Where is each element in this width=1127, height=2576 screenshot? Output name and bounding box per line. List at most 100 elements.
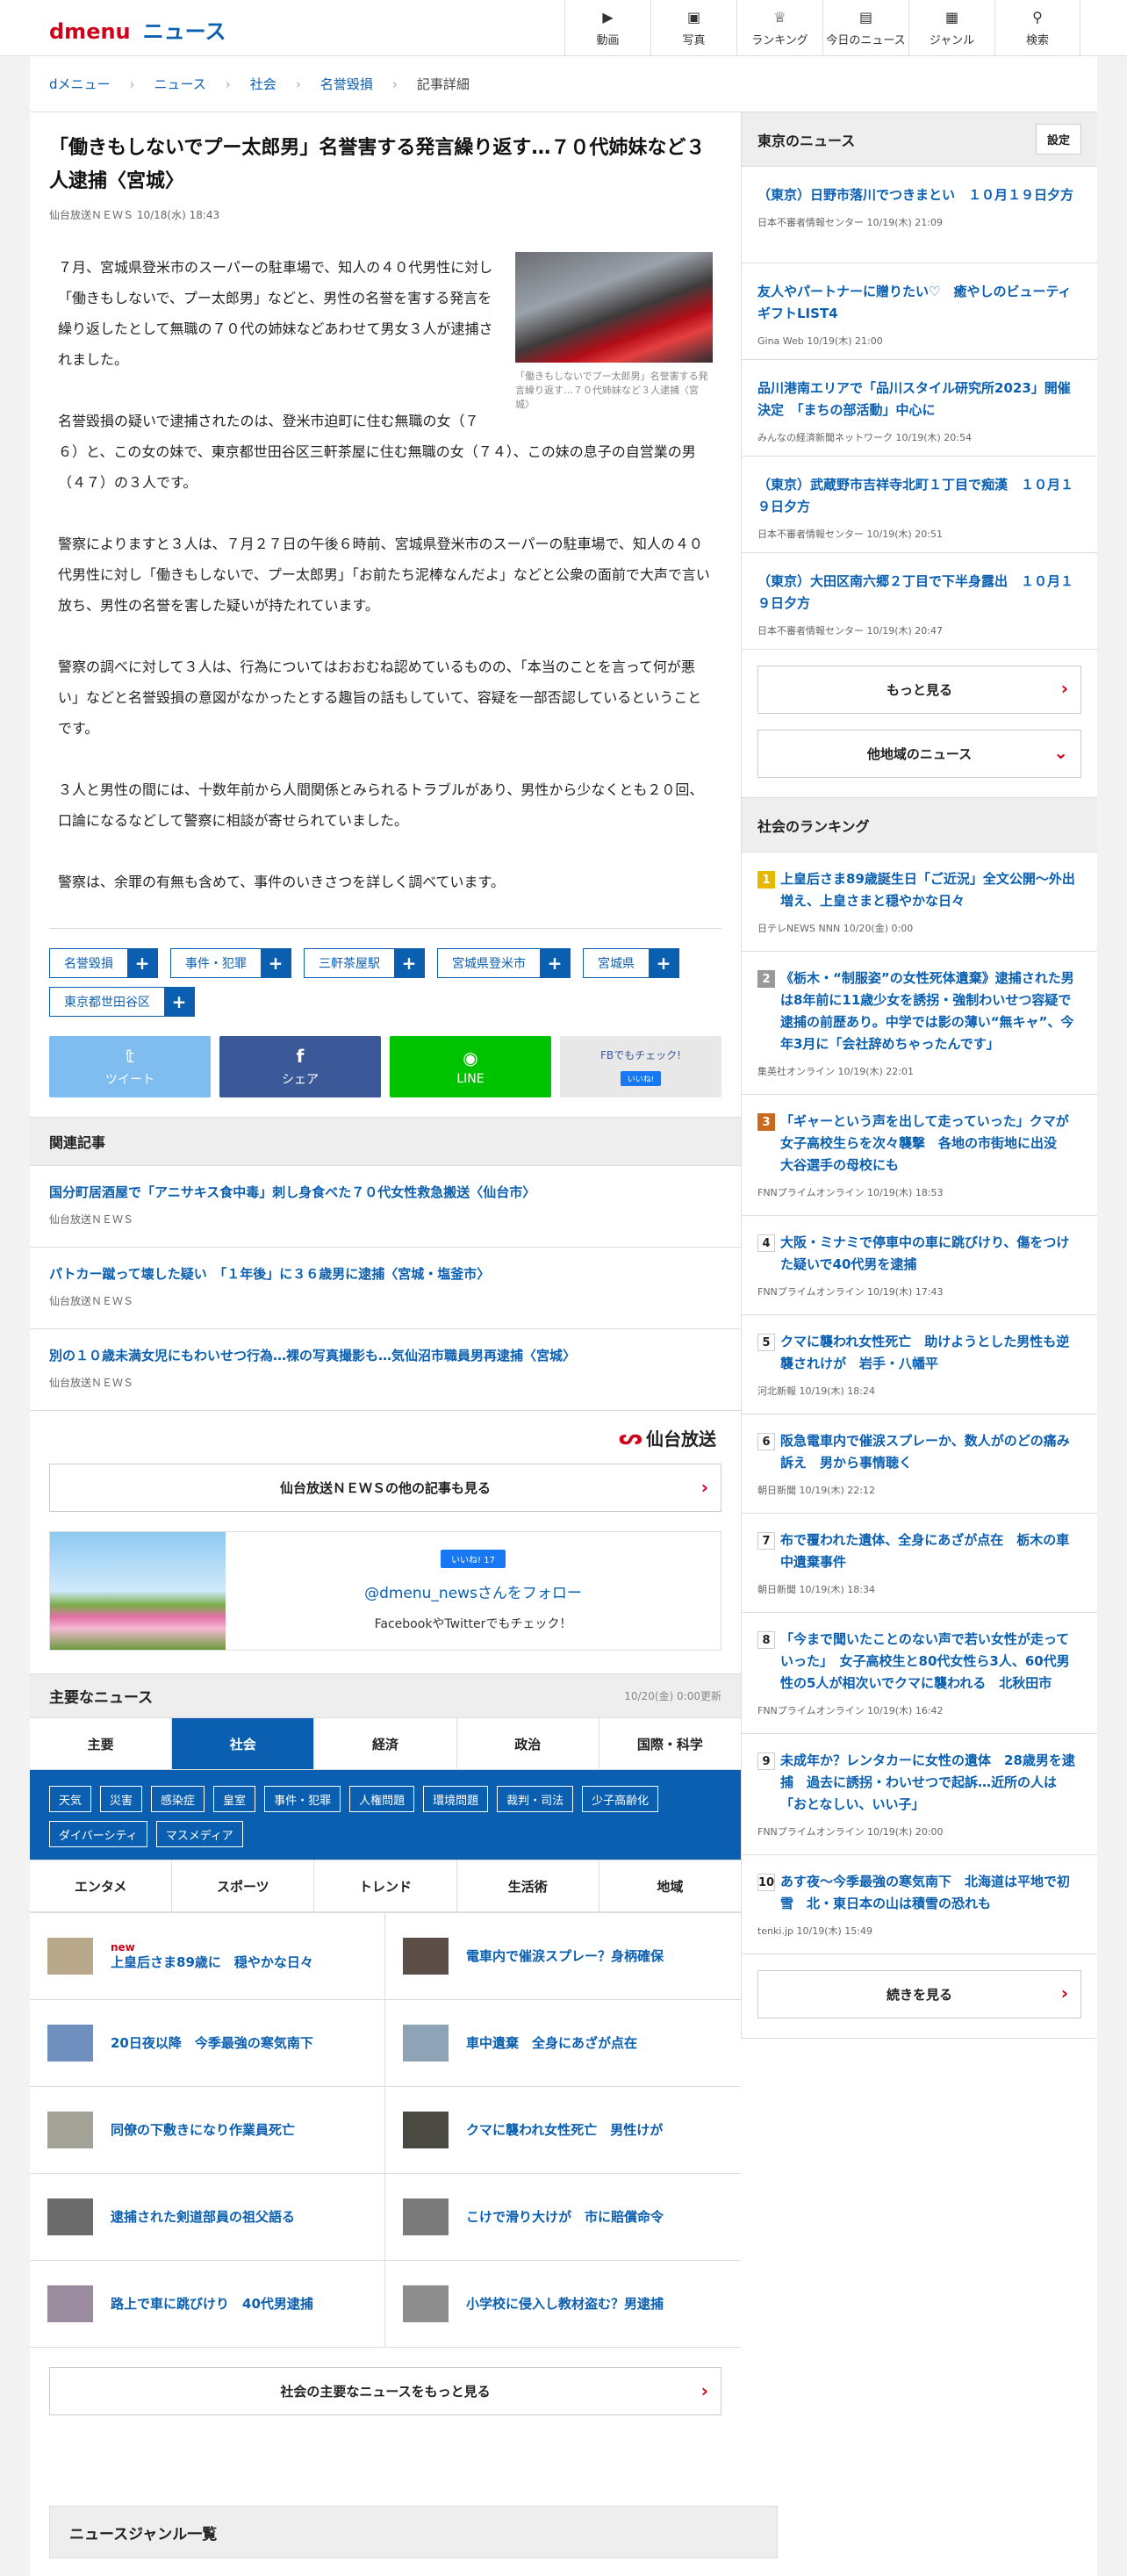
plus-icon[interactable]: +	[394, 948, 424, 978]
rank-number: 5	[757, 1334, 775, 1351]
ranking-item[interactable]: 6 阪急電車内で催涙スプレーか、数人がのどの痛み訴え 男から事情聴く 朝日新聞 10…	[742, 1414, 1097, 1514]
chip[interactable]: 皇室	[213, 1786, 256, 1812]
chip[interactable]: 天気	[49, 1786, 92, 1812]
plus-icon[interactable]: +	[127, 948, 157, 978]
tag-item[interactable]: 事件・犯罪 +	[170, 948, 291, 978]
ranking-item[interactable]: 10 あす夜〜今季最強の寒気南下 北海道は平地で初雪 北・東日本の山は積雪の恐れも…	[742, 1855, 1097, 1954]
tab-sports[interactable]: スポーツ	[171, 1860, 314, 1911]
tweet-button[interactable]: 𝕥 ツイート	[49, 1036, 211, 1097]
video-icon: ▶	[602, 9, 614, 25]
topic-item[interactable]: 車中遺棄 全身にあざが点在	[385, 2000, 741, 2087]
topic-item[interactable]: 同僚の下敷きになり作業員死亡	[30, 2087, 385, 2174]
follow-link[interactable]: @dmenu_newsさんをフォロー	[364, 1580, 582, 1602]
article-photo-image[interactable]	[515, 252, 713, 363]
local-news-item[interactable]: （東京）大田区南六郷２丁目で下半身露出 １０月１９日夕方 日本不審者情報センター …	[742, 553, 1097, 650]
settings-button[interactable]: 設定	[1035, 124, 1081, 155]
topic-item[interactable]: 20日夜以降 今季最強の寒気南下	[30, 2000, 385, 2087]
related-item[interactable]: パトカー蹴って壊した疑い 「１年後」に３６歳男に逮捕〈宮城・塩釜市〉 仙台放送ＮＥ…	[30, 1248, 741, 1329]
breadcrumb-dmenu[interactable]: dメニュー	[49, 75, 111, 93]
topic-thumbnail[interactable]	[403, 2025, 449, 2062]
other-region-button[interactable]: 他地域のニュース ⌄	[757, 730, 1081, 778]
related-item[interactable]: 別の１０歳未満女児にもわいせつ行為…裸の写真撮影も…気仙沼市職員男再逮捕〈宮城〉…	[30, 1329, 741, 1411]
tab-politics[interactable]: 政治	[456, 1718, 599, 1769]
article-photo[interactable]: 「働きもしないでプー太郎男」名誉害する発言繰り返す…７０代姉妹など３人逮捕〈宮城…	[515, 252, 713, 412]
topic-item[interactable]: こけで滑り大けが 市に賠償命令	[385, 2174, 741, 2261]
tab-entertainment[interactable]: エンタメ	[30, 1860, 172, 1911]
tag-item[interactable]: 東京都世田谷区 +	[49, 987, 195, 1017]
topic-item[interactable]: 電車内で催涙スプレー？身柄確保	[385, 1913, 741, 2000]
tag-item[interactable]: 宮城県 +	[583, 948, 679, 978]
tab-society[interactable]: 社会	[171, 1718, 314, 1769]
topic-thumbnail[interactable]	[47, 2112, 93, 2148]
ranking-item[interactable]: 7 布で覆われた遺体、全身にあざが点在 栃木の車中遺棄事件 朝日新聞 10/19(木…	[742, 1514, 1097, 1613]
topic-thumbnail[interactable]	[403, 2285, 449, 2322]
tag-item[interactable]: 名誉毀損 +	[49, 948, 158, 978]
more-source-articles-button[interactable]: 仙台放送ＮＥＷＳの他の記事も見る ›	[49, 1464, 721, 1512]
nav-video[interactable]: ▶ 動画	[564, 0, 650, 56]
topic-item[interactable]: 小学校に侵入し教材盗む？男逮捕	[385, 2261, 741, 2348]
tag-item[interactable]: 宮城県登米市 +	[437, 948, 571, 978]
chip[interactable]: 環境問題	[423, 1786, 489, 1812]
chip[interactable]: 感染症	[151, 1786, 205, 1812]
site-logo[interactable]: dmenu ニュース	[49, 14, 226, 45]
ranking-more-button[interactable]: 続きを見る ›	[757, 1970, 1081, 2018]
chip[interactable]: マスメディア	[155, 1821, 243, 1847]
line-share-button[interactable]: ◉ LINE	[390, 1036, 551, 1097]
nav-ranking[interactable]: ♕ ランキング	[736, 0, 822, 56]
nav-photo[interactable]: ▣ 写真	[650, 0, 736, 56]
topic-item[interactable]: 路上で車に跳びけり 40代男逮捕	[30, 2261, 385, 2348]
local-news-item[interactable]: 友人やパートナーに贈りたい♡ 癒やしのビューティギフトLIST4 Gina Web…	[742, 263, 1097, 360]
more-society-news-button[interactable]: 社会の主要なニュースをもっと見る ›	[49, 2367, 721, 2415]
article-paragraph: 警察は、余罪の有無も含めて、事件のいきさつを詳しく調べています。	[58, 874, 505, 890]
nav-search[interactable]: ⚲ 検索	[994, 0, 1080, 56]
tab-major[interactable]: 主要	[30, 1718, 172, 1769]
topic-thumbnail[interactable]	[403, 2198, 449, 2235]
plus-icon[interactable]: +	[540, 948, 570, 978]
ranking-item[interactable]: 9 未成年か？レンタカーに女性の遺体 28歳男を逮捕 過去に誘拐・わいせつで起訴……	[742, 1734, 1097, 1855]
topic-thumbnail[interactable]	[47, 2285, 93, 2322]
topic-item[interactable]: 逮捕された剣道部員の祖父語る	[30, 2174, 385, 2261]
chip[interactable]: 人権問題	[349, 1786, 415, 1812]
breadcrumb-society[interactable]: 社会	[250, 75, 276, 93]
topic-thumbnail[interactable]	[403, 2112, 449, 2148]
ranking-item[interactable]: 4 大阪・ミナミで停車中の車に跳びけり、傷をつけた疑いで40代男を逮捕 FNNプライ…	[742, 1216, 1097, 1315]
chip[interactable]: 裁判・司法	[497, 1786, 574, 1812]
tab-economy[interactable]: 経済	[313, 1718, 456, 1769]
local-more-button[interactable]: もっと見る ›	[757, 666, 1081, 714]
facebook-like-button[interactable]: いいね!	[620, 1071, 662, 1086]
ranking-item[interactable]: 8 「今まで聞いたことのない声で若い女性が走っていった」 女子高校生と80代女性ら…	[742, 1613, 1097, 1734]
tab-lifestyle[interactable]: 生活術	[456, 1860, 599, 1911]
local-news-item[interactable]: （東京）武蔵野市吉祥寺北町１丁目で痴漢 １０月１９日夕方 日本不審者情報センター …	[742, 457, 1097, 553]
topic-item[interactable]: クマに襲われ女性死亡 男性けが	[385, 2087, 741, 2174]
chevron-right-icon: ›	[391, 76, 398, 92]
topic-thumbnail[interactable]	[47, 2198, 93, 2235]
facebook-like-badge[interactable]: いいね! 17	[441, 1550, 506, 1568]
ranking-item[interactable]: 2 《栃木・“制服姿”の女性死体遺棄》逮捕された男は8年前に11歳少女を誘拐・強制…	[742, 952, 1097, 1095]
plus-icon[interactable]: +	[164, 987, 194, 1017]
ranking-item[interactable]: 5 クマに襲われ女性死亡 助けようとした男性も逆襲されけが 岩手・八幡平 河北新報 …	[742, 1315, 1097, 1414]
breadcrumb-defamation[interactable]: 名誉毀損	[320, 75, 373, 93]
chip[interactable]: 少子高齢化	[582, 1786, 659, 1812]
plus-icon[interactable]: +	[649, 948, 678, 978]
ranking-item[interactable]: 3 「ギャーという声を出して走っていった」クマが女子高校生らを次々襲撃 各地の市街…	[742, 1095, 1097, 1216]
local-news-item[interactable]: 品川港南エリアで「品川スタイル研究所2023」開催決定 「まちの部活動」中心にみ…	[742, 360, 1097, 457]
tab-region[interactable]: 地域	[598, 1860, 742, 1911]
tag-item[interactable]: 三軒茶屋駅 +	[304, 948, 425, 978]
topic-thumbnail[interactable]	[47, 1938, 93, 1975]
related-item[interactable]: 国分町居酒屋で「アニサキス食中毒」刺し身食べた７０代女性救急搬送〈仙台市〉 仙台放…	[30, 1166, 741, 1248]
topic-thumbnail[interactable]	[47, 2025, 93, 2062]
chip[interactable]: ダイバーシティ	[49, 1821, 147, 1847]
nav-genre[interactable]: ▦ ジャンル	[908, 0, 994, 56]
tab-trend[interactable]: トレンド	[313, 1860, 456, 1911]
chip[interactable]: 事件・犯罪	[264, 1786, 341, 1812]
plus-icon[interactable]: +	[261, 948, 291, 978]
topic-item[interactable]: new 上皇后さま89歳に 穏やかな日々	[30, 1913, 385, 2000]
chip[interactable]: 災害	[100, 1786, 143, 1812]
ranking-item[interactable]: 1 上皇后さま89歳誕生日「ご近況」全文公開〜外出増え、上皇さまと穏やかな日々 日テ…	[742, 853, 1097, 952]
breadcrumb-news[interactable]: ニュース	[154, 75, 206, 93]
tab-international[interactable]: 国際・科学	[598, 1718, 742, 1769]
local-news-item[interactable]: （東京）日野市落川でつきまとい １０月１９日夕方 日本不審者情報センター 10/1…	[742, 167, 1097, 263]
topic-thumbnail[interactable]	[403, 1938, 449, 1975]
facebook-share-button[interactable]: f シェア	[219, 1036, 381, 1097]
nav-today[interactable]: ▤ 今日のニュース	[822, 0, 908, 56]
